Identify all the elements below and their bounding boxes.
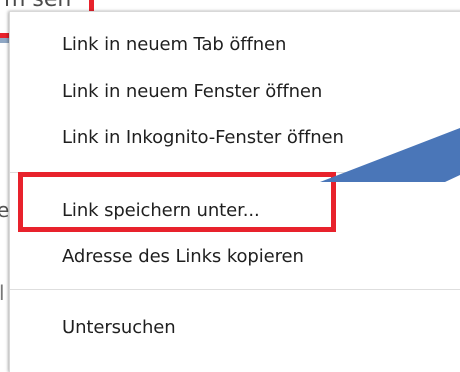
menu-item-open-new-window[interactable]: Link in neuem Fenster öffnen (62, 83, 322, 101)
menu-separator (10, 289, 460, 290)
menu-item-open-incognito[interactable]: Link in Inkognito-Fenster öffnen (62, 129, 344, 147)
menu-item-open-new-tab[interactable]: Link in neuem Tab öffnen (62, 36, 286, 54)
background-text-fragment: l (0, 281, 5, 305)
menu-item-copy-link-address[interactable]: Adresse des Links kopieren (62, 248, 304, 266)
annotation-highlight-box (18, 172, 336, 232)
menu-item-inspect[interactable]: Untersuchen (62, 319, 176, 337)
